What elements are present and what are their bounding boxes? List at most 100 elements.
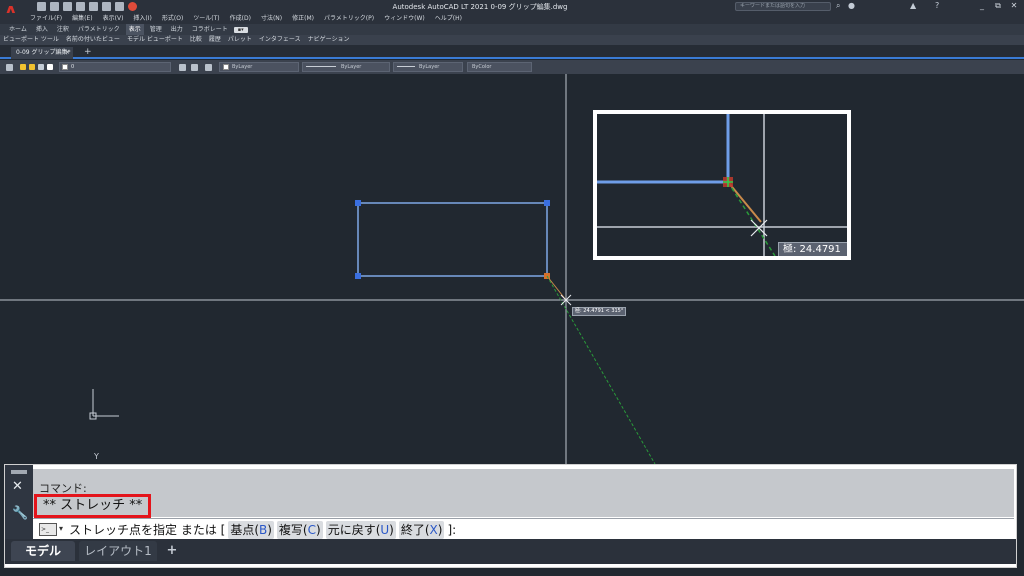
layer-dropdown[interactable]: 0 (59, 62, 171, 72)
panel-named-views[interactable]: 名前の付いたビュー (66, 35, 120, 45)
tab-output[interactable]: 出力 (168, 24, 186, 35)
menu-insert[interactable]: 挿入(I) (133, 13, 151, 24)
search-input[interactable]: キーワードまたは語句を入力 (735, 2, 831, 11)
menu-modify[interactable]: 修正(M) (292, 13, 314, 24)
layer-on-icon[interactable] (20, 64, 26, 70)
linetype-sample (306, 66, 336, 67)
command-input-line[interactable]: >_ ▾ ストレッチ点を指定 または [ 基点(B) 複写(C) 元に戻す(U)… (33, 518, 1014, 540)
menu-bar: ファイル(F) 編集(E) 表示(V) 挿入(I) 形式(O) ツール(T) 作… (0, 13, 1024, 24)
zoom-polar-tooltip: 極: 24.4791 (778, 242, 847, 256)
layer-lock-icon[interactable] (38, 64, 44, 70)
plotstyle-dropdown[interactable]: ByColor (467, 62, 532, 72)
save-as-icon[interactable] (76, 2, 85, 11)
tab-view[interactable]: 表示 (125, 24, 144, 35)
tab-model[interactable]: モデル (11, 541, 75, 561)
lineweight-sample (397, 66, 415, 67)
lineweight-value: ByLayer (419, 64, 440, 70)
layer-value: 0 (71, 64, 75, 70)
layer-properties-icon[interactable] (6, 64, 13, 71)
option-base-point[interactable]: 基点(B) (228, 521, 274, 539)
grip-bottom-left (355, 273, 361, 279)
command-prompt: ストレッチ点を指定 または [ 基点(B) 複写(C) 元に戻す(U) 終了(X… (69, 521, 456, 539)
panel-palettes[interactable]: パレット (228, 35, 252, 45)
command-prompt-icon[interactable]: >_ (39, 523, 57, 536)
menu-draw[interactable]: 作成(D) (230, 13, 251, 24)
panel-navigation[interactable]: ナビゲーション (308, 35, 350, 45)
wrench-icon[interactable]: 🔧 (12, 507, 28, 521)
match-properties-icon[interactable] (205, 64, 212, 71)
command-window-sidebar: ✕ 🔧 (5, 465, 33, 539)
command-prompt-end: ]: (447, 523, 457, 537)
grip-top-left (355, 200, 361, 206)
menu-dimension[interactable]: 寸法(N) (261, 13, 282, 24)
user-icon[interactable]: ● (848, 1, 855, 11)
help-icon[interactable]: ? (935, 1, 939, 11)
ucs-y-label: Y (94, 452, 99, 461)
panel-compare[interactable]: 比較 (190, 35, 202, 45)
option-copy[interactable]: 複写(C) (276, 521, 323, 539)
panel-viewport-tools[interactable]: ビューポート ツール (3, 35, 59, 45)
panel-history[interactable]: 履歴 (209, 35, 221, 45)
panel-model-viewports[interactable]: モデル ビューポート (127, 35, 183, 45)
option-exit[interactable]: 終了(X) (398, 521, 445, 539)
stretch-rubberband-line (546, 275, 567, 301)
make-current-icon[interactable] (179, 64, 186, 71)
undo-icon[interactable] (102, 2, 111, 11)
command-history: コマンド: ** ストレッチ ** (33, 469, 1014, 518)
color-swatch (223, 64, 229, 70)
print-icon[interactable] (89, 2, 98, 11)
file-tab[interactable]: 0-09 グリップ編集* × (11, 47, 73, 59)
menu-tools[interactable]: ツール(T) (193, 13, 219, 24)
new-icon[interactable] (37, 2, 46, 11)
panel-interface[interactable]: インタフェース (259, 35, 301, 45)
menu-format[interactable]: 形式(O) (162, 13, 183, 24)
add-layout-button[interactable]: + (162, 542, 182, 560)
tab-insert[interactable]: 挿入 (33, 24, 51, 35)
linetype-dropdown[interactable]: ByLayer (302, 62, 390, 72)
new-file-tab-button[interactable]: + (84, 46, 92, 58)
share-icon[interactable] (128, 2, 137, 11)
tab-home[interactable]: ホーム (6, 24, 30, 35)
close-icon[interactable]: ✕ (12, 480, 23, 494)
layer-color-icon[interactable] (47, 64, 53, 70)
share-icon[interactable]: ▲ (910, 1, 916, 11)
tab-manage[interactable]: 管理 (147, 24, 165, 35)
menu-edit[interactable]: 編集(E) (72, 13, 92, 24)
layer-freeze-icon[interactable] (29, 64, 35, 70)
file-tab-label: 0-09 グリップ編集* (16, 49, 71, 56)
file-tab-close-icon[interactable]: × (65, 47, 70, 59)
ribbon-tabs: ホーム 挿入 注釈 パラメトリック 表示 管理 出力 コラボレート ▪▾ (0, 24, 1024, 35)
minimize-button[interactable]: _ (975, 0, 989, 12)
layout-tab-bar: モデル レイアウト1 + (5, 539, 1016, 564)
selected-rectangle (357, 202, 548, 277)
polar-tooltip: 極: 24.4791 < 315° (572, 307, 627, 316)
file-tab-bar: 0-09 グリップ編集* × + (0, 45, 1024, 59)
close-button[interactable]: ✕ (1007, 0, 1021, 12)
drag-handle-icon[interactable] (11, 470, 27, 474)
menu-help[interactable]: ヘルプ(H) (435, 13, 462, 24)
menu-window[interactable]: ウィンドウ(W) (384, 13, 425, 24)
redo-icon[interactable] (115, 2, 124, 11)
tab-parametric[interactable]: パラメトリック (75, 24, 123, 35)
tab-layout1[interactable]: レイアウト1 (79, 541, 157, 561)
polar-tracking-line (546, 275, 656, 465)
layer-color-swatch (62, 64, 68, 70)
menu-parametric[interactable]: パラメトリック(P) (324, 13, 374, 24)
tab-annotate[interactable]: 注釈 (54, 24, 72, 35)
color-value: ByLayer (232, 64, 253, 70)
menu-file[interactable]: ファイル(F) (30, 13, 62, 24)
ribbon-toggle-button[interactable]: ▪▾ (233, 27, 248, 33)
lineweight-dropdown[interactable]: ByLayer (393, 62, 463, 72)
tab-collaborate[interactable]: コラボレート (189, 24, 231, 35)
chevron-down-icon[interactable]: ▾ (59, 522, 63, 536)
option-undo[interactable]: 元に戻す(U) (325, 521, 396, 539)
search-icon[interactable]: ⌕ (836, 1, 840, 11)
match-layer-icon[interactable] (191, 64, 198, 71)
zoom-polar-tracking-line (727, 181, 776, 256)
zoom-rubberband-line (727, 181, 762, 223)
menu-view[interactable]: 表示(V) (103, 13, 124, 24)
color-dropdown[interactable]: ByLayer (219, 62, 299, 72)
save-icon[interactable] (63, 2, 72, 11)
open-icon[interactable] (50, 2, 59, 11)
restore-button[interactable]: ⧉ (991, 0, 1005, 12)
